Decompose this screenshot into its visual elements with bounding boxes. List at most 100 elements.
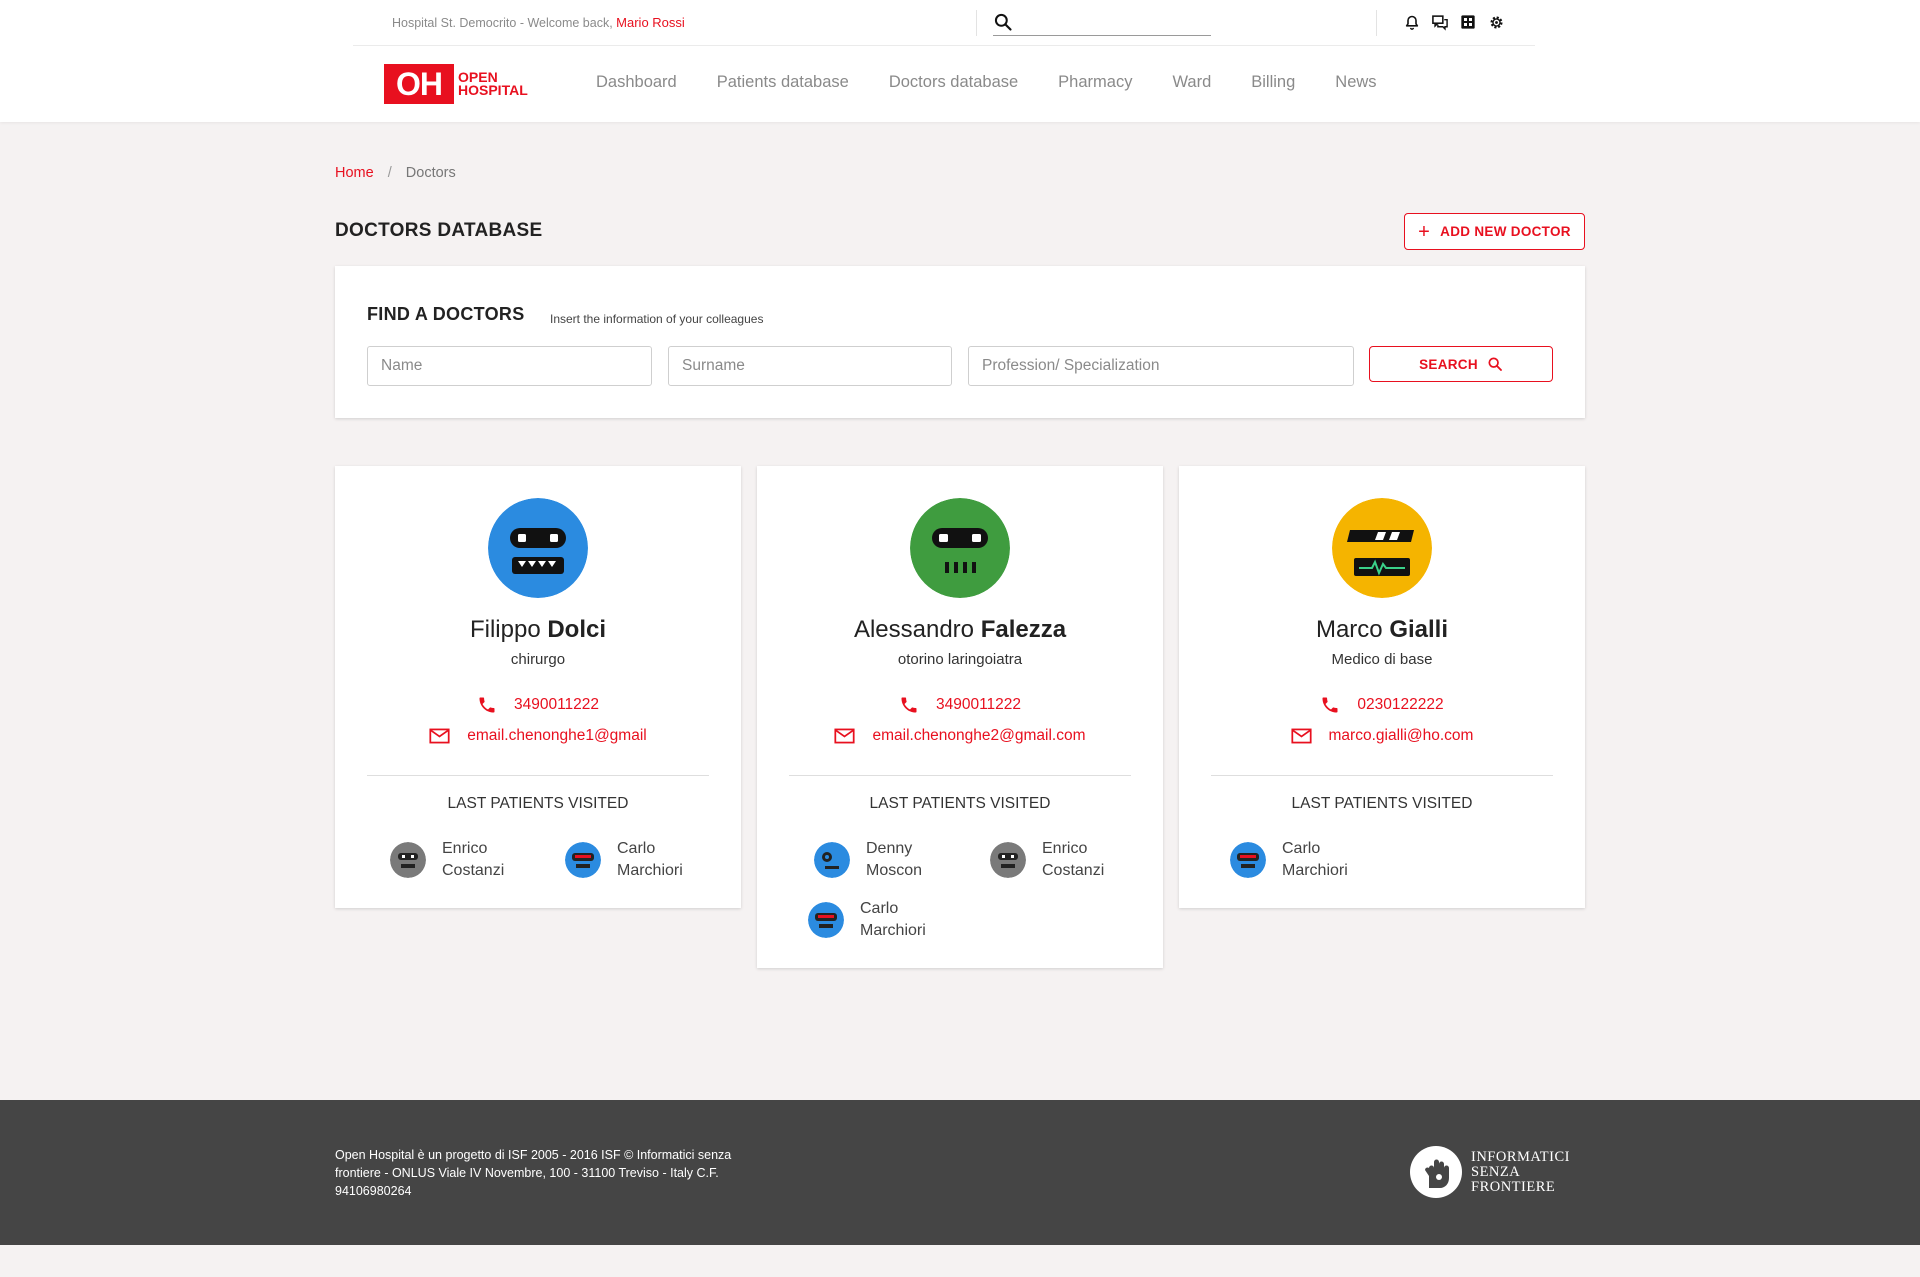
main-nav: Dashboard Patients database Doctors data… xyxy=(596,73,1417,92)
avatar-bg xyxy=(1332,498,1432,598)
patient-first-name: Denny xyxy=(866,840,913,857)
find-subtitle: Insert the information of your colleague… xyxy=(550,312,764,326)
user-name[interactable]: Mario Rossi xyxy=(616,15,685,30)
grid-icon[interactable] xyxy=(1459,13,1477,31)
nav-dashboard[interactable]: Dashboard xyxy=(596,73,677,92)
nav-patients-database[interactable]: Patients database xyxy=(717,73,849,92)
header-search[interactable] xyxy=(993,10,1211,36)
doctor-name: Marco Gialli xyxy=(1179,616,1585,644)
bell-icon[interactable] xyxy=(1403,13,1421,31)
find-title: FIND A DOCTORS xyxy=(367,304,525,324)
isf-logo[interactable]: INFORMATICI SENZA FRONTIERE xyxy=(1410,1146,1570,1198)
doctor-card[interactable]: Marco Gialli Medico di base 0230122222 m… xyxy=(1179,466,1585,908)
doctor-avatar xyxy=(910,498,1010,598)
phone-icon xyxy=(901,697,917,713)
footer-copyright: Open Hospital è un progetto di ISF 2005 … xyxy=(335,1148,732,1198)
doctor-phone-number: 3490011222 xyxy=(513,696,600,713)
name-field[interactable] xyxy=(367,346,652,386)
surname-input[interactable] xyxy=(669,347,951,385)
mail-icon xyxy=(834,728,856,744)
doctor-email[interactable]: email.chenonghe1@gmail xyxy=(335,727,741,745)
patient-last-name: Marchiori xyxy=(860,922,926,939)
doctor-phone-number: 0230122222 xyxy=(1357,696,1444,713)
patient-item[interactable]: Carlo Marchiori xyxy=(565,838,697,882)
isf-name-line1: INFORMATICI xyxy=(1471,1148,1570,1165)
breadcrumb: Home / Doctors xyxy=(335,165,456,181)
patient-last-name: Costanzi xyxy=(1042,862,1105,879)
patient-name: Carlo Marchiori xyxy=(617,838,697,882)
open-hospital-logo[interactable]: OH OPEN HOSPITAL xyxy=(384,64,536,104)
patient-avatar xyxy=(814,842,850,878)
patient-item[interactable]: Denny Moscon xyxy=(814,838,946,882)
hand-icon xyxy=(1410,1146,1462,1198)
doctor-email[interactable]: marco.gialli@ho.com xyxy=(1179,727,1585,745)
doctor-first-name: Marco xyxy=(1315,616,1383,643)
doctor-card[interactable]: Alessandro Falezza otorino laringoiatra … xyxy=(757,466,1163,968)
patient-avatar xyxy=(808,902,844,938)
nav-billing[interactable]: Billing xyxy=(1251,73,1295,92)
phone-icon xyxy=(1322,697,1338,713)
divider xyxy=(367,775,709,776)
nav-ward[interactable]: Ward xyxy=(1172,73,1211,92)
search-button[interactable]: SEARCH xyxy=(1369,346,1553,382)
phone-icon xyxy=(479,697,495,713)
isf-name: INFORMATICI SENZA FRONTIERE xyxy=(1471,1148,1570,1195)
doctor-first-name: Alessandro xyxy=(853,616,975,643)
doctor-phone[interactable]: 0230122222 xyxy=(1179,695,1585,715)
patient-item[interactable]: Enrico Costanzi xyxy=(390,838,522,882)
patient-item[interactable]: Carlo Marchiori xyxy=(1230,838,1362,882)
divider xyxy=(1376,10,1377,36)
patient-item[interactable]: Carlo Marchiori xyxy=(808,898,940,942)
patient-avatar xyxy=(565,842,601,878)
breadcrumb-home[interactable]: Home xyxy=(335,165,374,181)
surname-field[interactable] xyxy=(668,346,952,386)
last-patients-title: LAST PATIENTS VISITED xyxy=(447,795,629,812)
doctor-phone[interactable]: 3490011222 xyxy=(757,695,1163,715)
find-doctor-card: FIND A DOCTORS Insert the information of… xyxy=(335,266,1585,418)
patient-name: Enrico Costanzi xyxy=(1042,838,1122,882)
add-new-doctor-button[interactable]: + ADD NEW DOCTOR xyxy=(1404,213,1585,250)
nav-news[interactable]: News xyxy=(1335,73,1376,92)
patient-last-name: Costanzi xyxy=(442,862,505,879)
isf-name-line3: FRONTIERE xyxy=(1471,1178,1556,1195)
doctor-email[interactable]: email.chenonghe2@gmail.com xyxy=(757,727,1163,745)
welcome-message: Hospital St. Democrito - Welcome back, M… xyxy=(392,15,685,30)
logo-text-line2: HOSPITAL xyxy=(458,82,528,98)
nav-doctors-database[interactable]: Doctors database xyxy=(889,73,1018,92)
doctor-email-address: marco.gialli@ho.com xyxy=(1328,727,1474,744)
doctor-name: Alessandro Falezza xyxy=(757,616,1163,644)
doctor-email-address: email.chenonghe1@gmail xyxy=(467,727,647,744)
header-search-input[interactable] xyxy=(1021,12,1206,32)
doctor-avatar xyxy=(488,498,588,598)
footer: Open Hospital è un progetto di ISF 2005 … xyxy=(0,1100,1920,1245)
patient-name: Carlo Marchiori xyxy=(1282,838,1362,882)
name-input[interactable] xyxy=(368,347,651,385)
patient-first-name: Carlo xyxy=(1282,840,1321,857)
isf-name-line2: SENZA xyxy=(1471,1163,1521,1180)
doctor-last-name: Falezza xyxy=(980,616,1067,643)
logo-text: OPEN HOSPITAL xyxy=(458,70,528,98)
doctor-specialization: otorino laringoiatra xyxy=(897,651,1023,668)
breadcrumb-separator: / xyxy=(387,165,392,181)
patient-first-name: Enrico xyxy=(442,840,488,857)
patient-avatar xyxy=(990,842,1026,878)
app-header: Hospital St. Democrito - Welcome back, M… xyxy=(0,0,1920,122)
last-patients-title: LAST PATIENTS VISITED xyxy=(1291,795,1473,812)
patient-last-name: Marchiori xyxy=(1282,862,1348,879)
chat-icon[interactable] xyxy=(1431,13,1449,31)
doctor-phone[interactable]: 3490011222 xyxy=(335,695,741,715)
divider xyxy=(1211,775,1553,776)
search-icon[interactable] xyxy=(993,12,1013,37)
profession-field[interactable] xyxy=(968,346,1354,386)
nav-pharmacy[interactable]: Pharmacy xyxy=(1058,73,1132,92)
breadcrumb-current: Doctors xyxy=(405,165,456,181)
patient-item[interactable]: Enrico Costanzi xyxy=(990,838,1122,882)
profession-input[interactable] xyxy=(969,347,1353,385)
gear-icon[interactable] xyxy=(1487,13,1505,31)
doctor-last-name: Gialli xyxy=(1389,616,1449,643)
doctor-specialization: Medico di base xyxy=(1331,651,1433,668)
add-new-doctor-label: ADD NEW DOCTOR xyxy=(1440,224,1571,239)
patient-avatar xyxy=(1230,842,1266,878)
doctor-specialization: chirurgo xyxy=(510,651,566,668)
doctor-card[interactable]: Filippo Dolci chirurgo 3490011222 email.… xyxy=(335,466,741,908)
